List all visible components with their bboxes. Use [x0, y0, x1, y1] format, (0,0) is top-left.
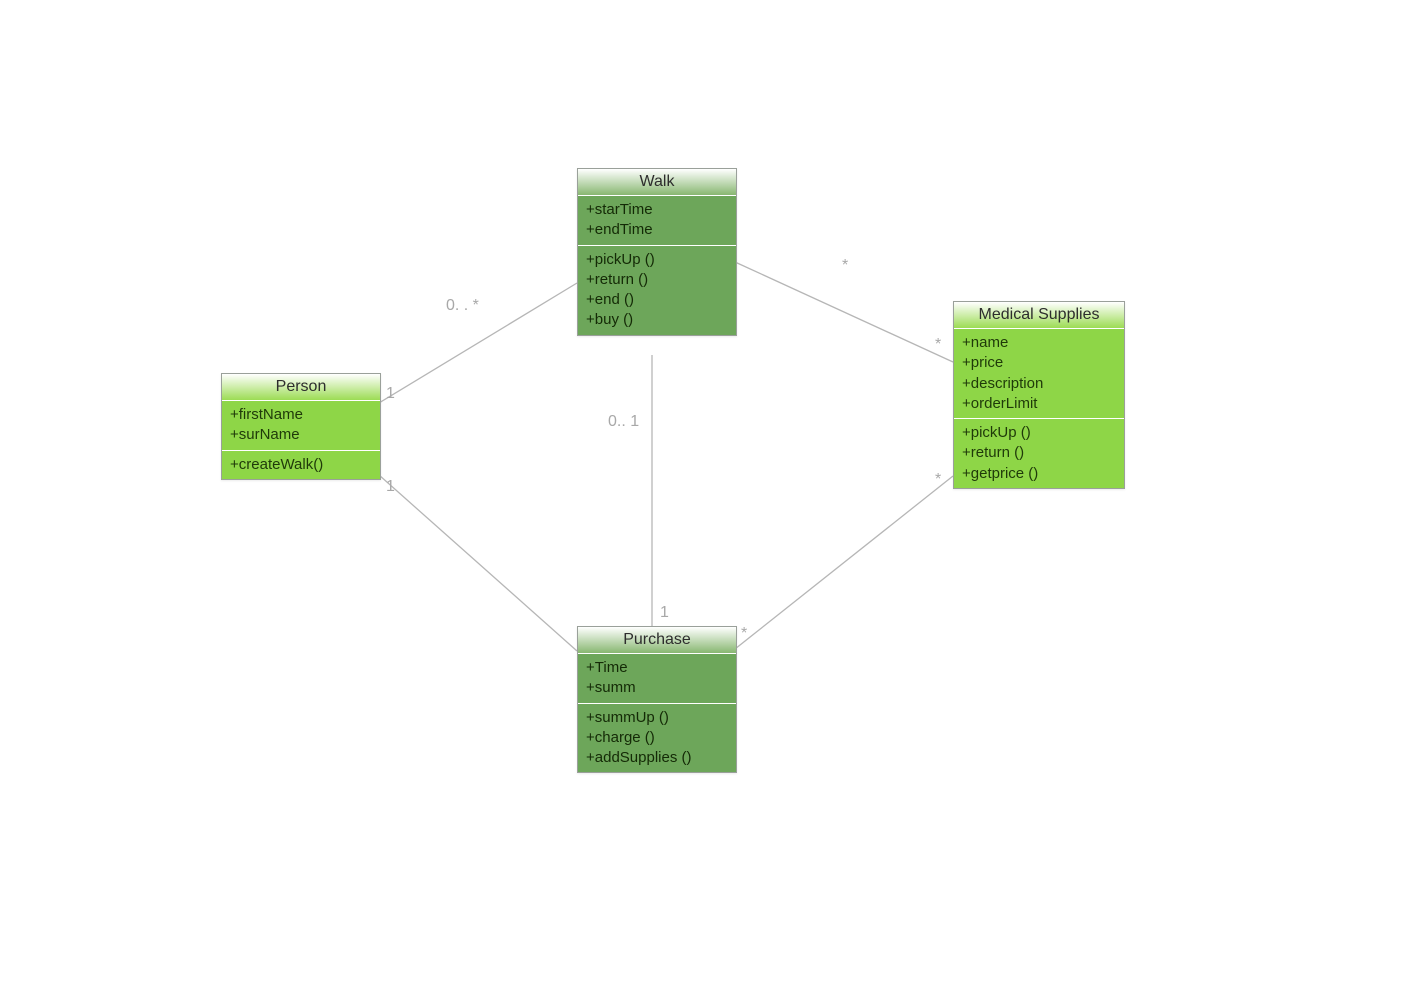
mult-person-walk-walk: 0. . *: [446, 297, 479, 315]
attr: +orderLimit: [962, 394, 1116, 414]
attr: +description: [962, 374, 1116, 394]
mult-walk-medical-walk: *: [842, 257, 848, 275]
mult-purchase-medical-purchase: *: [741, 625, 747, 643]
assoc-purchase-medical: [735, 476, 953, 649]
class-medical-methods: +pickUp () +return () +getprice (): [954, 419, 1124, 488]
mult-walk-medical-medical: *: [935, 336, 941, 354]
method: +addSupplies (): [586, 748, 728, 768]
class-person[interactable]: Person +firstName +surName +createWalk(): [221, 373, 381, 480]
class-medical-title: Medical Supplies: [954, 302, 1124, 329]
method: +return (): [586, 270, 728, 290]
mult-person-walk-person: 1: [386, 385, 395, 403]
class-medical-attributes: +name +price +description +orderLimit: [954, 329, 1124, 419]
attr: +price: [962, 353, 1116, 373]
method: +return (): [962, 443, 1116, 463]
uml-class-diagram: Person +firstName +surName +createWalk()…: [0, 0, 1414, 992]
attr: +summ: [586, 678, 728, 698]
mult-walk-purchase-walk: 0.. 1: [608, 413, 639, 431]
attr: +starTime: [586, 200, 728, 220]
method: +pickUp (): [962, 423, 1116, 443]
class-walk-attributes: +starTime +endTime: [578, 196, 736, 246]
method: +getprice (): [962, 464, 1116, 484]
method: +summUp (): [586, 708, 728, 728]
method: +createWalk(): [230, 455, 372, 475]
assoc-person-purchase: [379, 475, 577, 651]
attr: +firstName: [230, 405, 372, 425]
attr: +Time: [586, 658, 728, 678]
class-walk[interactable]: Walk +starTime +endTime +pickUp () +retu…: [577, 168, 737, 336]
class-purchase[interactable]: Purchase +Time +summ +summUp () +charge …: [577, 626, 737, 773]
assoc-walk-medical: [735, 262, 953, 362]
class-purchase-attributes: +Time +summ: [578, 654, 736, 704]
method: +pickUp (): [586, 250, 728, 270]
attr: +endTime: [586, 220, 728, 240]
class-purchase-title: Purchase: [578, 627, 736, 654]
method: +charge (): [586, 728, 728, 748]
attr: +name: [962, 333, 1116, 353]
class-purchase-methods: +summUp () +charge () +addSupplies (): [578, 704, 736, 773]
class-person-methods: +createWalk(): [222, 451, 380, 479]
mult-person-purchase-person: 1: [386, 478, 395, 496]
method: +end (): [586, 290, 728, 310]
attr: +surName: [230, 425, 372, 445]
associations-layer: [0, 0, 1414, 992]
mult-purchase-medical-medical: *: [935, 471, 941, 489]
class-person-title: Person: [222, 374, 380, 401]
class-medical-supplies[interactable]: Medical Supplies +name +price +descripti…: [953, 301, 1125, 489]
class-walk-title: Walk: [578, 169, 736, 196]
method: +buy (): [586, 310, 728, 330]
class-walk-methods: +pickUp () +return () +end () +buy (): [578, 246, 736, 335]
mult-walk-purchase-purchase: 1: [660, 604, 669, 622]
class-person-attributes: +firstName +surName: [222, 401, 380, 451]
